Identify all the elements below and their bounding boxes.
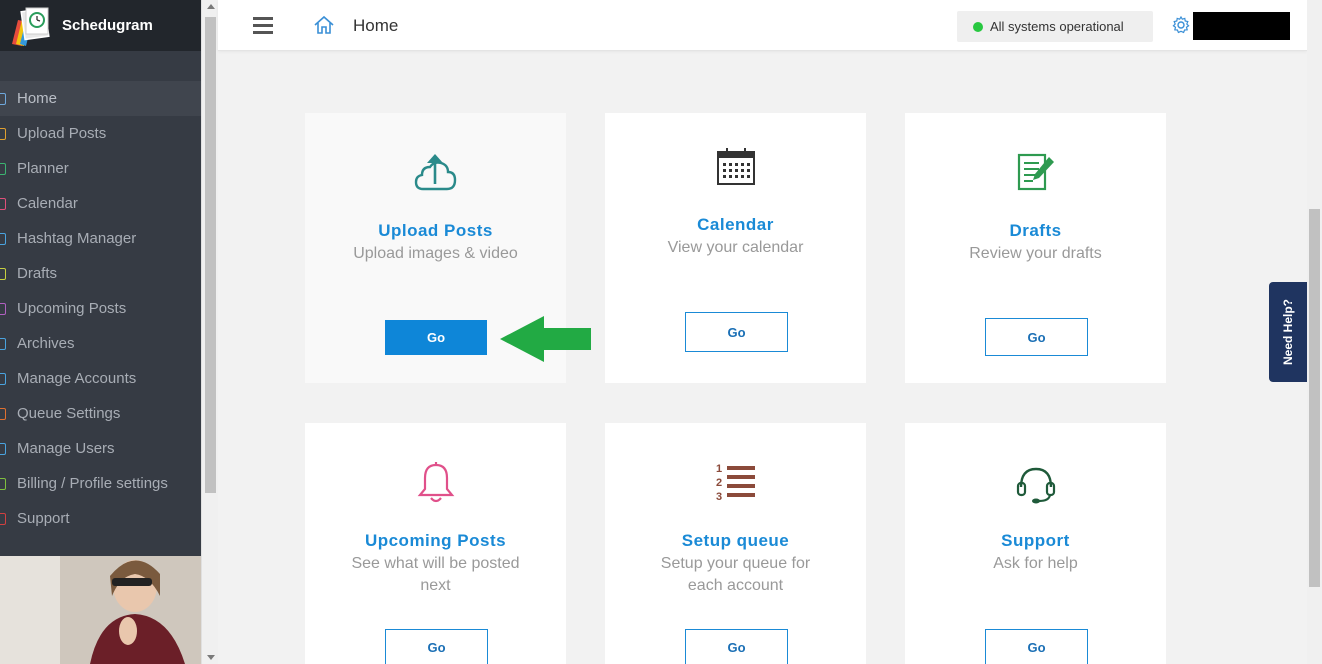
promo-image xyxy=(0,556,201,664)
sidebar-item-label: Planner xyxy=(17,160,69,177)
drafts-icon xyxy=(0,256,17,291)
queue-icon xyxy=(0,396,17,431)
card-calendar: Calendar View your calendar Go xyxy=(605,113,866,383)
status-badge[interactable]: All systems operational xyxy=(957,11,1153,42)
sidebar-item-planner[interactable]: Planner xyxy=(0,151,201,186)
sidebar-item-label: Archives xyxy=(17,335,75,352)
app-name: Schedugram xyxy=(62,17,153,34)
sidebar-item-label: Calendar xyxy=(17,195,78,212)
scrollbar-thumb[interactable] xyxy=(205,17,216,493)
hashtag-icon xyxy=(0,221,17,256)
planner-icon xyxy=(0,151,17,186)
setup-queue-go-button[interactable]: Go xyxy=(685,629,788,664)
numbered-list-icon: 1 2 3 xyxy=(605,461,866,507)
menu-toggle-icon[interactable] xyxy=(253,17,273,34)
card-title: Setup queue xyxy=(681,531,790,550)
scrollbar-thumb[interactable] xyxy=(1309,209,1320,587)
sidebar: Schedugram Home Upload Posts Planner Cal… xyxy=(0,0,201,664)
svg-text:1: 1 xyxy=(716,463,722,475)
brand[interactable]: Schedugram xyxy=(0,0,201,51)
sidebar-item-archives[interactable]: Archives xyxy=(0,326,201,361)
card-setup-queue: 1 2 3 Setup queue Setup your queue for e… xyxy=(605,423,866,664)
user-account-menu[interactable] xyxy=(1193,12,1290,40)
card-drafts: Drafts Review your drafts Go xyxy=(905,113,1166,383)
card-upcoming-posts: Upcoming Posts See what will be posted n… xyxy=(305,423,566,664)
sidebar-item-hashtag-manager[interactable]: Hashtag Manager xyxy=(0,221,201,256)
support-go-button[interactable]: Go xyxy=(985,629,1088,664)
accounts-icon xyxy=(0,361,17,396)
sidebar-item-support[interactable]: Support xyxy=(0,501,201,536)
headset-icon xyxy=(905,465,1166,511)
home-icon xyxy=(0,81,17,116)
sidebar-item-upload-posts[interactable]: Upload Posts xyxy=(0,116,201,151)
card-subtitle: Review your drafts xyxy=(969,245,1102,262)
gear-icon[interactable] xyxy=(1172,15,1190,34)
drafts-icon xyxy=(905,151,1166,197)
calendar-go-button[interactable]: Go xyxy=(685,312,788,352)
card-subtitle: Ask for help xyxy=(993,555,1078,572)
home-icon[interactable] xyxy=(313,14,335,36)
card-subtitle: View your calendar xyxy=(667,239,804,256)
sidebar-item-label: Upload Posts xyxy=(17,125,107,142)
page-title: Home xyxy=(353,16,399,35)
card-subtitle: See what will be posted next xyxy=(351,555,520,594)
calendar-icon xyxy=(0,186,17,221)
scroll-down-arrow-icon[interactable] xyxy=(207,655,215,660)
card-support: Support Ask for help Go xyxy=(905,423,1166,664)
upcoming-icon xyxy=(0,291,17,326)
sidebar-item-label: Home xyxy=(17,90,58,107)
sidebar-item-manage-accounts[interactable]: Manage Accounts xyxy=(0,361,201,396)
sidebar-item-label: Manage Users xyxy=(17,440,115,457)
card-subtitle: Upload images & video xyxy=(353,245,518,262)
page-scrollbar[interactable] xyxy=(1307,0,1322,664)
green-arrow-annotation-icon xyxy=(500,316,591,362)
gear-icon xyxy=(0,466,17,501)
svg-text:2: 2 xyxy=(716,477,722,489)
drafts-go-button[interactable]: Go xyxy=(985,318,1088,356)
card-title: Calendar xyxy=(697,215,774,234)
sidebar-item-label: Hashtag Manager xyxy=(17,230,137,247)
sidebar-item-label: Upcoming Posts xyxy=(17,300,127,317)
card-title: Support xyxy=(1001,531,1070,550)
upload-icon xyxy=(0,116,17,151)
upcoming-posts-go-button[interactable]: Go xyxy=(385,629,488,664)
sidebar-item-label: Manage Accounts xyxy=(17,370,137,387)
status-dot-icon xyxy=(973,21,983,32)
status-text: All systems operational xyxy=(990,19,1124,34)
users-icon xyxy=(0,431,17,466)
sidebar-item-manage-users[interactable]: Manage Users xyxy=(0,431,201,466)
sidebar-item-drafts[interactable]: Drafts xyxy=(0,256,201,291)
sidebar-nav: Home Upload Posts Planner Calendar Hasht… xyxy=(0,81,201,536)
sidebar-item-calendar[interactable]: Calendar xyxy=(0,186,201,221)
schedugram-logo-icon xyxy=(10,6,50,46)
sidebar-item-label: Drafts xyxy=(17,265,58,282)
card-title: Upcoming Posts xyxy=(364,531,507,550)
sidebar-item-queue-settings[interactable]: Queue Settings xyxy=(0,396,201,431)
need-help-label: Need Help? xyxy=(1281,298,1296,366)
sidebar-item-home[interactable]: Home xyxy=(0,81,201,116)
sidebar-item-label: Billing / Profile settings xyxy=(17,475,168,492)
card-subtitle: Setup your queue for each account xyxy=(660,555,811,594)
sidebar-scrollbar[interactable] xyxy=(201,0,218,664)
sidebar-item-upcoming-posts[interactable]: Upcoming Posts xyxy=(0,291,201,326)
scroll-up-arrow-icon[interactable] xyxy=(207,4,215,9)
cloud-upload-icon xyxy=(305,151,566,197)
card-title: Upload Posts xyxy=(378,221,493,240)
sidebar-item-billing[interactable]: Billing / Profile settings xyxy=(0,466,201,501)
sidebar-item-label: Support xyxy=(17,510,70,527)
sidebar-item-label: Queue Settings xyxy=(17,405,121,422)
archive-icon xyxy=(0,326,17,361)
need-help-tab[interactable]: Need Help? xyxy=(1269,282,1307,382)
svg-text:3: 3 xyxy=(716,491,722,503)
support-icon xyxy=(0,501,17,536)
top-header: Home All systems operational xyxy=(218,0,1307,51)
upload-posts-go-button[interactable]: Go xyxy=(385,320,487,355)
bell-icon xyxy=(305,461,566,507)
calendar-icon xyxy=(605,147,866,193)
card-title: Drafts xyxy=(1009,221,1062,240)
